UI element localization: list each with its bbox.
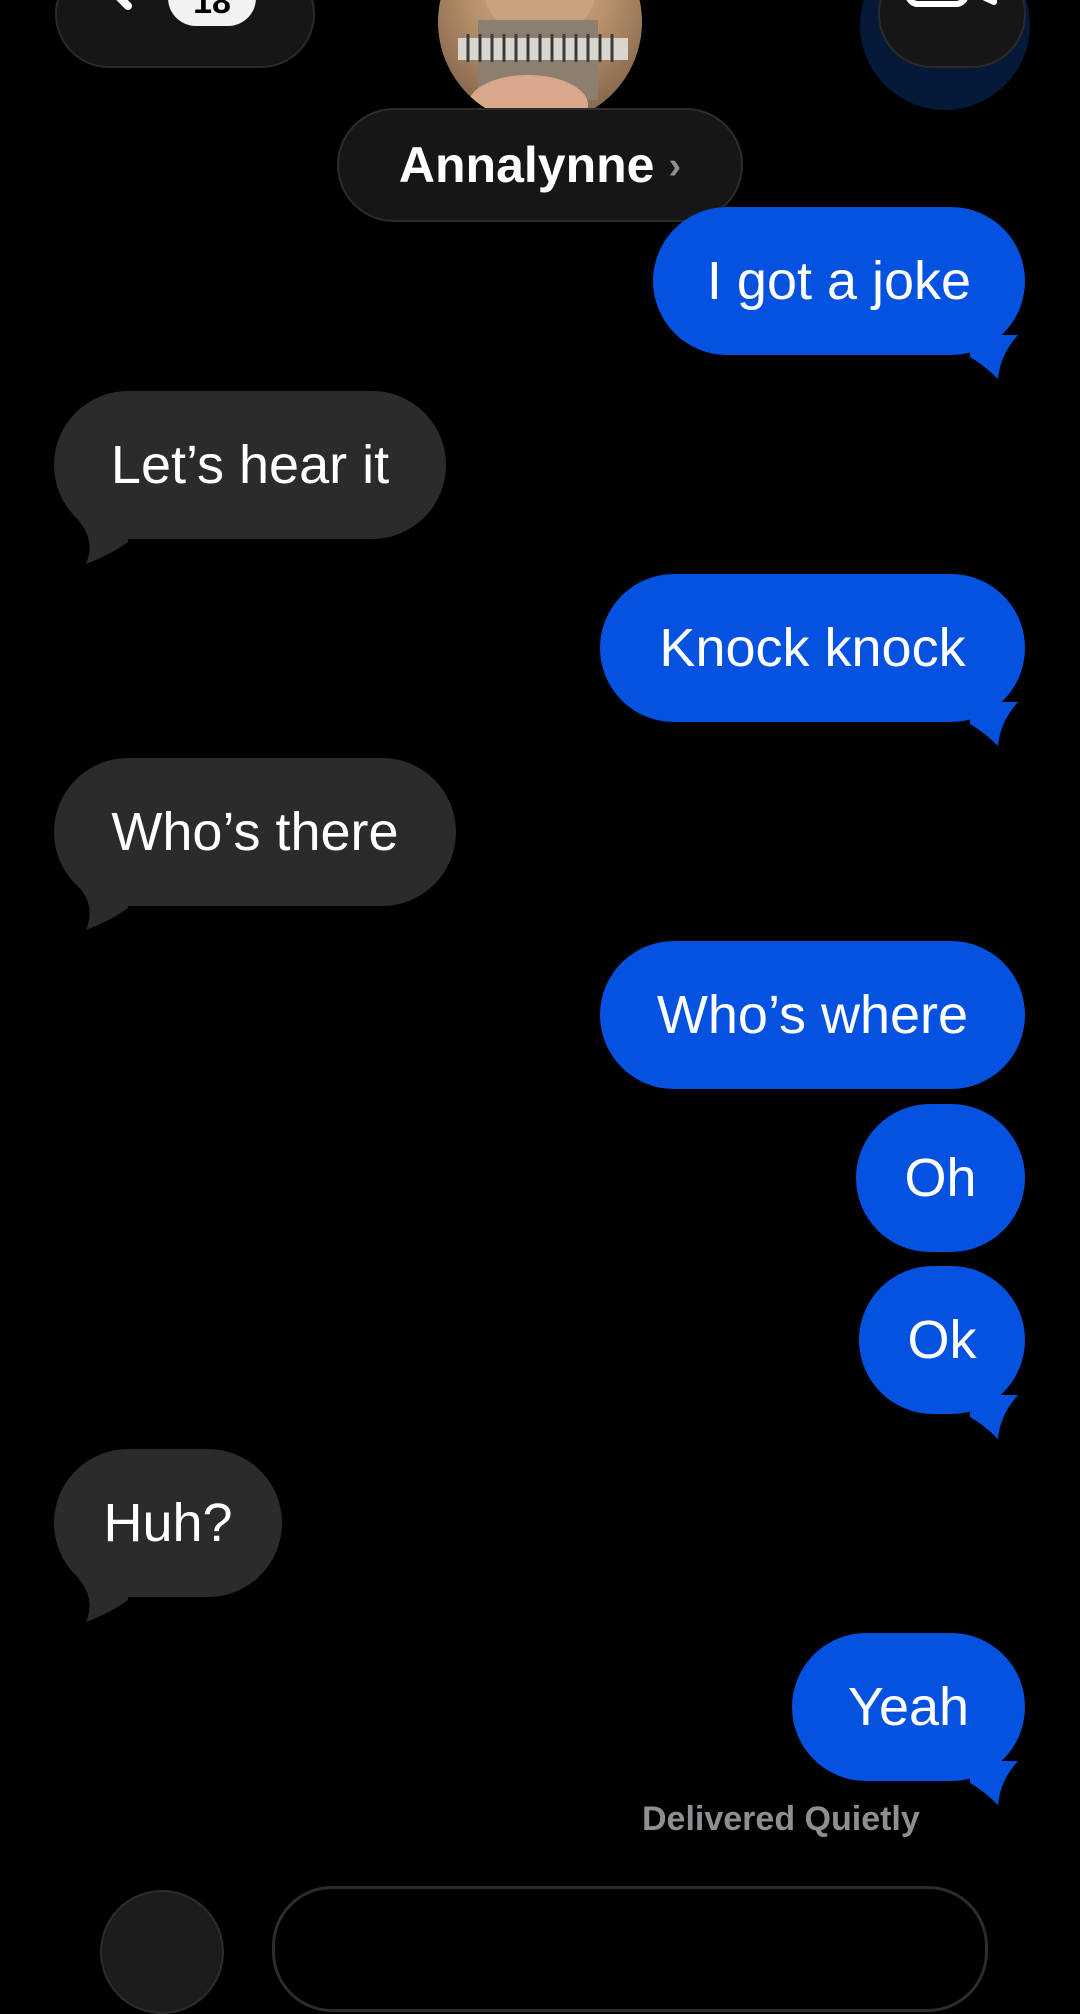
message-bubble-outgoing[interactable]: Knock knock <box>600 574 1025 722</box>
message-text: Ok <box>907 1310 977 1370</box>
delivery-status: Delivered Quietly <box>642 1800 920 1838</box>
message-bubble-outgoing[interactable]: Oh <box>856 1104 1025 1252</box>
message-bubble-outgoing[interactable]: Who’s where <box>600 941 1025 1089</box>
message-input[interactable] <box>272 1886 988 2012</box>
add-attachment-button[interactable] <box>100 1890 224 2014</box>
message-text: Yeah <box>847 1677 970 1737</box>
contact-name-button[interactable]: Annalynne › <box>337 108 743 222</box>
contact-avatar[interactable] <box>438 0 642 124</box>
bubble-tail <box>78 520 128 564</box>
video-camera-icon[interactable] <box>906 0 998 30</box>
bubble-tail <box>970 1761 1018 1805</box>
chevron-left-icon[interactable] <box>92 0 132 20</box>
message-bubble-incoming[interactable]: Who’s there <box>54 758 456 906</box>
message-text: Who’s where <box>656 985 969 1045</box>
message-bubble-outgoing[interactable]: I got a joke <box>653 207 1025 355</box>
message-text: Knock knock <box>659 618 966 678</box>
bubble-tail <box>970 335 1018 379</box>
message-bubble-incoming[interactable]: Huh? <box>54 1449 282 1597</box>
contact-name: Annalynne <box>398 137 655 193</box>
message-text: Who’s there <box>111 802 399 862</box>
bubble-tail <box>78 1578 128 1622</box>
avatar-photo <box>458 0 628 124</box>
message-text: I got a joke <box>706 251 972 311</box>
message-bubble-outgoing[interactable]: Yeah <box>792 1633 1025 1781</box>
message-text: Huh? <box>103 1493 233 1553</box>
message-text: Let’s hear it <box>110 435 390 495</box>
bubble-tail <box>970 1395 1018 1439</box>
bubble-tail <box>970 702 1018 746</box>
message-text: Oh <box>904 1148 977 1208</box>
bubble-tail <box>78 886 128 930</box>
message-bubble-outgoing[interactable]: Ok <box>859 1266 1025 1414</box>
message-bubble-incoming[interactable]: Let’s hear it <box>54 391 446 539</box>
chevron-right-icon: › <box>668 144 682 187</box>
